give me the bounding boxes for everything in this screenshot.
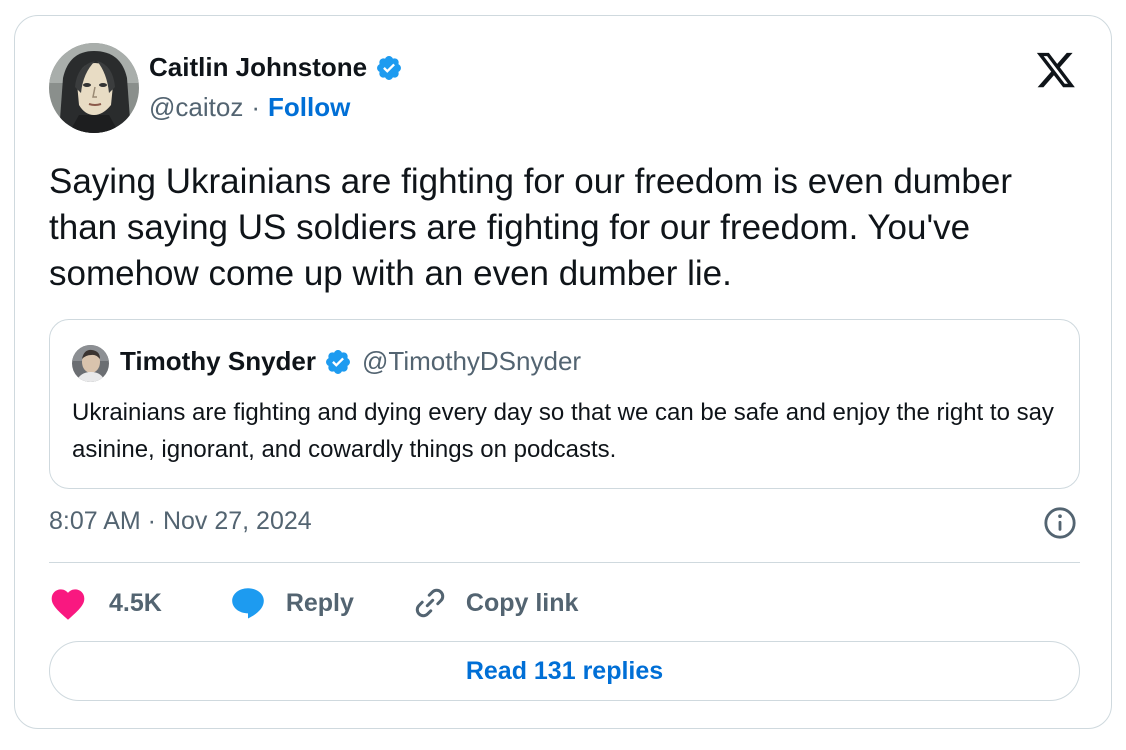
quoted-tweet-text: Ukrainians are fighting and dying every … xyxy=(72,399,1054,463)
reply-label: Reply xyxy=(285,588,354,617)
link-icon xyxy=(412,585,448,621)
info-icon[interactable] xyxy=(1043,506,1077,540)
separator-dot: · xyxy=(251,92,260,122)
copy-link-label: Copy link xyxy=(465,588,579,617)
author-avatar[interactable] xyxy=(49,43,139,133)
read-replies-button[interactable]: Read 131 replies xyxy=(49,641,1080,701)
reply-button[interactable]: Reply xyxy=(210,586,354,620)
quoted-author-name: Timothy Snyder xyxy=(120,346,317,376)
author-name[interactable]: Caitlin Johnstone xyxy=(149,52,367,83)
tweet-text: Saying Ukrainians are fighting for our f… xyxy=(49,162,1012,293)
quoted-header: Timothy Snyder @TimothyDSnyder xyxy=(120,346,581,377)
like-count: 4.5K xyxy=(109,588,162,617)
action-bar: 4.5K Reply Copy link xyxy=(49,581,578,625)
copy-link-button[interactable]: Copy link xyxy=(394,585,579,621)
quoted-author-avatar xyxy=(72,345,109,382)
quoted-verified-badge-icon xyxy=(324,348,352,376)
verified-badge-icon xyxy=(375,54,403,82)
author-name-row[interactable]: Caitlin Johnstone xyxy=(149,52,403,83)
x-logo-icon[interactable] xyxy=(1035,52,1077,90)
tweet-card: Caitlin Johnstone @caitoz · Follow Sayin… xyxy=(14,15,1112,729)
quoted-author-handle: @TimothyDSnyder xyxy=(362,346,582,376)
author-handle-row: @caitoz · Follow xyxy=(149,92,350,123)
divider xyxy=(49,562,1080,563)
follow-button[interactable]: Follow xyxy=(268,92,350,123)
like-button[interactable]: 4.5K xyxy=(49,585,162,621)
heart-icon xyxy=(49,585,87,621)
quoted-tweet[interactable]: Timothy Snyder @TimothyDSnyder Ukrainian… xyxy=(49,319,1080,489)
author-handle[interactable]: @caitoz xyxy=(149,92,243,123)
tweet-timestamp[interactable]: 8:07 AM · Nov 27, 2024 xyxy=(49,507,312,536)
speech-bubble-icon xyxy=(230,586,266,620)
